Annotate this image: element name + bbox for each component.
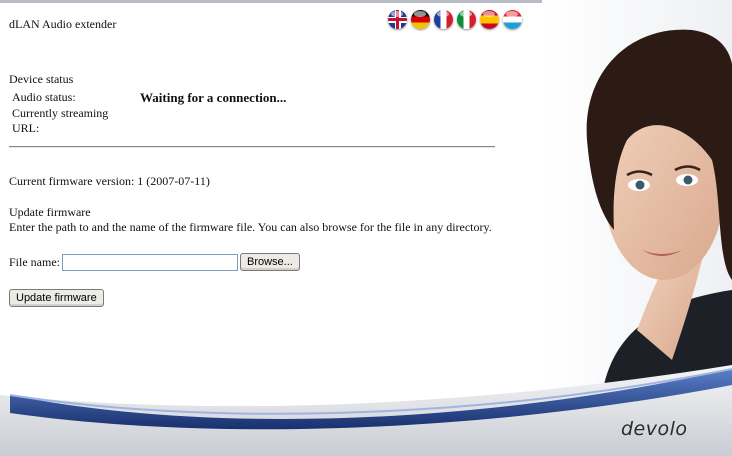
browse-button[interactable]: Browse... — [240, 253, 300, 271]
divider — [9, 146, 495, 148]
device-status-heading: Device status — [9, 72, 74, 86]
spanish-flag-icon[interactable] — [480, 10, 499, 29]
current-firmware-version: Current firmware version: 1 (2007-07-11) — [9, 174, 210, 188]
audio-status-label: Audio status: — [12, 90, 76, 104]
update-firmware-button[interactable]: Update firmware — [9, 289, 104, 307]
french-flag-icon[interactable] — [434, 10, 453, 29]
uk-flag-icon[interactable] — [388, 10, 407, 29]
luxembourg-flag-icon[interactable] — [503, 10, 522, 29]
german-flag-icon[interactable] — [411, 10, 430, 29]
file-name-label: File name: — [9, 254, 60, 269]
table-row: Audio status: Waiting for a connection..… — [12, 90, 286, 106]
table-row: Currently streaming URL: — [12, 106, 286, 136]
language-selector — [388, 10, 522, 29]
portrait-photo — [542, 0, 732, 395]
page: dLAN Audio extender Device status Audio … — [0, 0, 732, 456]
update-instructions: Enter the path to and the name of the fi… — [9, 220, 492, 234]
devolo-logo: devolo — [621, 418, 688, 440]
update-firmware-heading: Update firmware — [9, 205, 91, 219]
streaming-url-label: Currently streaming URL: — [12, 106, 109, 135]
streaming-url-value — [134, 106, 286, 136]
footer-swoosh — [0, 365, 732, 456]
file-name-row: File name: Browse... — [9, 253, 300, 271]
device-status-table: Audio status: Waiting for a connection..… — [12, 90, 286, 136]
file-name-input[interactable] — [62, 253, 238, 271]
audio-status-value: Waiting for a connection... — [140, 90, 287, 105]
italian-flag-icon[interactable] — [457, 10, 476, 29]
page-title: dLAN Audio extender — [9, 17, 117, 31]
